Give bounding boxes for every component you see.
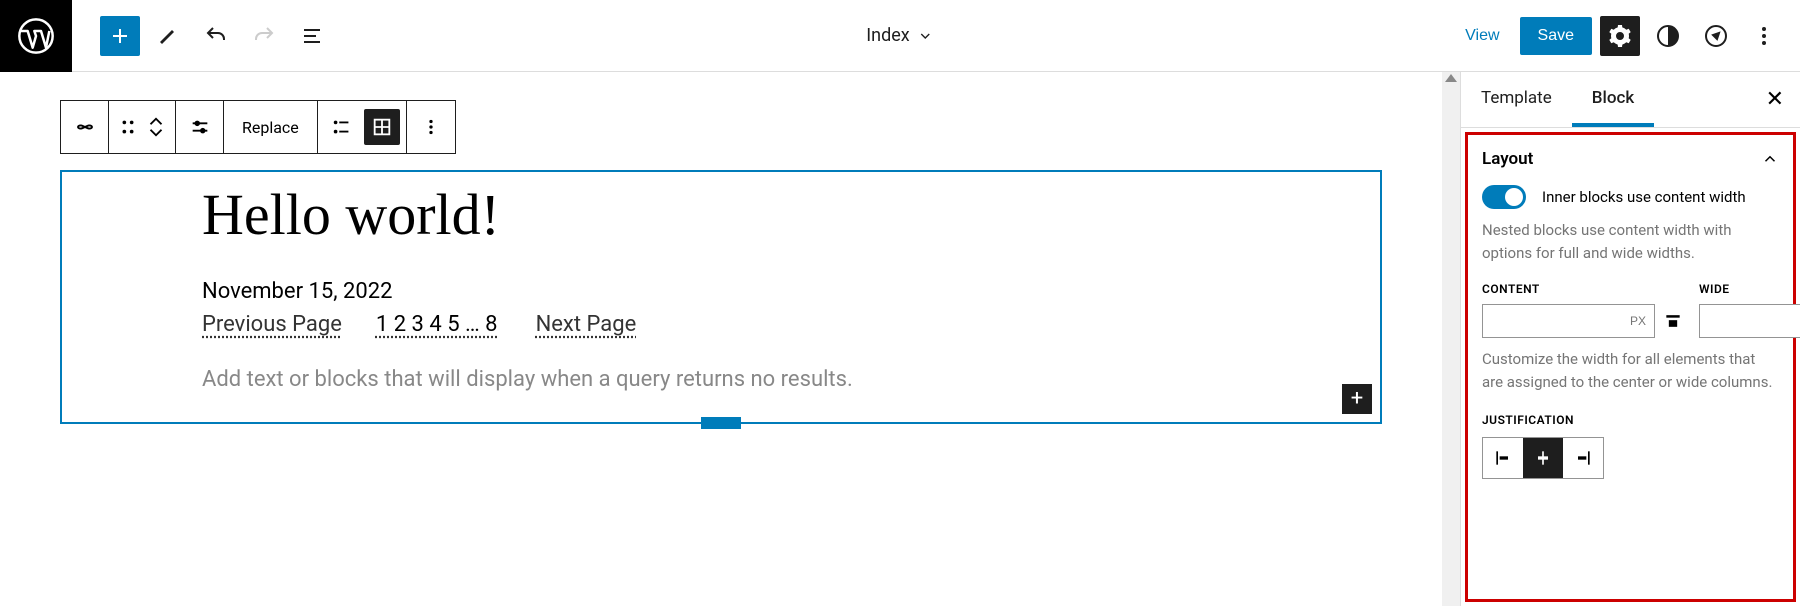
grid-layout-button[interactable] [364,109,400,145]
editor-topbar: Index View Save [0,0,1800,72]
layout-panel-header[interactable]: Layout [1482,149,1779,169]
block-more-options[interactable] [407,101,455,153]
display-settings-button[interactable] [176,101,224,153]
justify-left-button[interactable] [1483,438,1523,478]
navigation-button[interactable] [1696,16,1736,56]
sidebar-tabs: Template Block ✕ [1461,72,1800,128]
justification-group [1482,437,1604,479]
save-button[interactable]: Save [1520,17,1592,55]
layout-switch-group [318,101,407,153]
tools-button[interactable] [148,16,188,56]
styles-button[interactable] [1648,16,1688,56]
layout-panel-title: Layout [1482,149,1533,169]
settings-sidebar: Template Block ✕ Layout Inner blocks use… [1460,72,1800,606]
previous-page-link[interactable]: Previous Page [202,312,342,337]
more-options-button[interactable] [1744,16,1784,56]
pagination: Previous Page 1 2 3 4 5 … 8 Next Page [202,312,1240,337]
toolbar-right: View Save [1453,16,1800,56]
chevron-down-icon [918,28,934,44]
toolbar-left [72,16,332,56]
post-title[interactable]: Hello world! [202,182,1240,249]
width-controls: CONTENT WIDE [1482,282,1779,338]
undo-button[interactable] [196,16,236,56]
settings-button[interactable] [1600,16,1640,56]
replace-button[interactable]: Replace [224,101,318,153]
block-appender-button[interactable]: + [1342,384,1372,414]
editor-canvas[interactable]: Replace Hello world! November 15, 2022 P… [0,72,1442,606]
post-date[interactable]: November 15, 2022 [202,279,1240,304]
replace-label: Replace [232,118,309,137]
tab-template[interactable]: Template [1461,72,1572,127]
content-width-toggle-label: Inner blocks use content width [1542,188,1746,206]
layout-panel: Layout Inner blocks use content width Ne… [1465,132,1796,602]
next-page-link[interactable]: Next Page [536,312,637,337]
width-help-text: Customize the width for all elements tha… [1482,348,1779,393]
close-sidebar-button[interactable]: ✕ [1750,87,1800,112]
wide-width-input[interactable] [1699,304,1800,338]
redo-button[interactable] [244,16,284,56]
document-title-text: Index [866,25,909,46]
block-type-button[interactable] [61,101,109,153]
view-button[interactable]: View [1453,27,1511,45]
block-toolbar: Replace [60,100,456,154]
list-layout-button[interactable] [324,109,360,145]
wordpress-logo[interactable] [0,0,72,72]
drag-handle[interactable] [109,101,176,153]
justify-center-button[interactable] [1523,438,1563,478]
justify-right-button[interactable] [1563,438,1603,478]
tab-block[interactable]: Block [1572,72,1654,127]
content-align-icon[interactable] [1663,311,1683,331]
page-numbers[interactable]: 1 2 3 4 5 … 8 [376,312,502,337]
justification-label: JUSTIFICATION [1482,413,1779,427]
block-inserter-button[interactable] [100,16,140,56]
editor-main: Replace Hello world! November 15, 2022 P… [0,72,1800,606]
wide-width-col: WIDE [1699,282,1800,338]
content-width-toggle[interactable] [1482,185,1526,209]
scrollbar[interactable] [1442,72,1460,606]
resize-handle[interactable] [701,417,741,429]
content-width-label: CONTENT [1482,282,1683,296]
no-results-placeholder[interactable]: Add text or blocks that will display whe… [202,367,1240,392]
content-width-toggle-row: Inner blocks use content width [1482,185,1779,209]
chevron-up-icon [1761,150,1779,168]
toggle-help-text: Nested blocks use content width with opt… [1482,219,1779,264]
content-width-input[interactable] [1482,304,1655,338]
document-title[interactable]: Index [866,25,933,46]
query-loop-block[interactable]: Hello world! November 15, 2022 Previous … [60,170,1382,424]
wide-width-label: WIDE [1699,282,1800,296]
content-width-col: CONTENT [1482,282,1683,338]
list-view-button[interactable] [292,16,332,56]
